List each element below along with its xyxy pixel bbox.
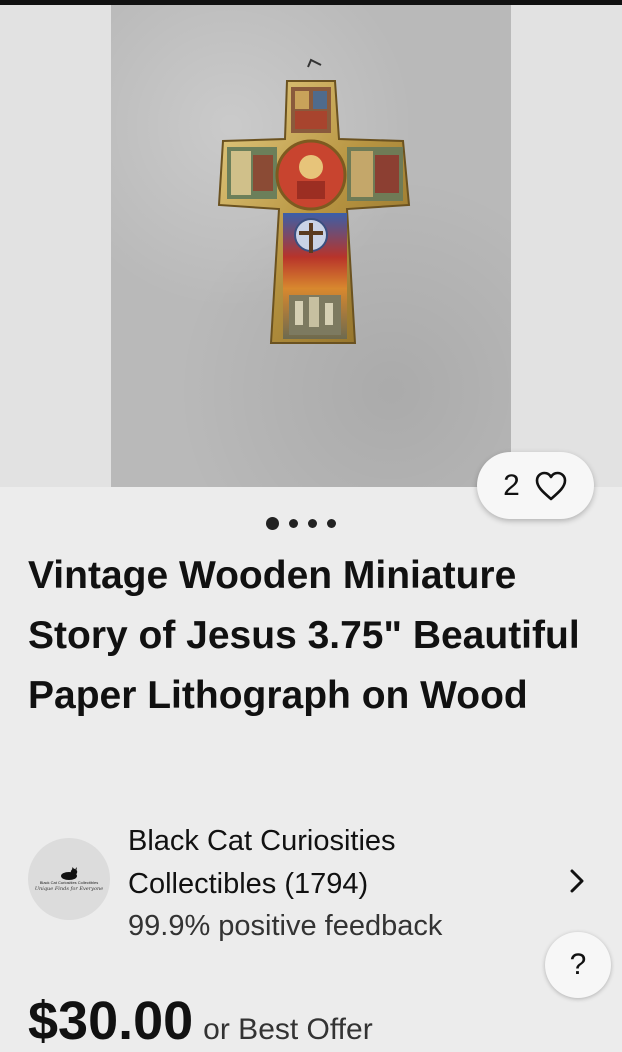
carousel-dot-active[interactable] — [266, 517, 279, 530]
carousel-dot[interactable] — [308, 519, 317, 528]
image-gallery[interactable]: 2 — [0, 5, 622, 519]
watchers-count: 2 — [503, 468, 520, 502]
carousel-indicator[interactable] — [266, 517, 336, 530]
seller-avatar[interactable]: Black Cat Curiosities Collectibles Uniqu… — [28, 838, 110, 920]
price-row: $30.00 or Best Offer — [28, 990, 373, 1052]
seller-name-line1: Black Cat Curiosities — [128, 825, 396, 857]
chevron-right-icon[interactable] — [567, 866, 587, 896]
seller-feedback: 99.9% positive feedback — [128, 910, 443, 942]
seller-name-line2: Collectibles (1794) — [128, 868, 369, 900]
best-offer-label: or Best Offer — [203, 1013, 373, 1046]
seller-info-row[interactable]: Black Cat Curiosities Collectibles Uniqu… — [28, 818, 622, 942]
watch-like-button[interactable]: 2 — [477, 452, 594, 519]
carousel-dot[interactable] — [289, 519, 298, 528]
heart-outline-icon — [535, 471, 567, 500]
cross-illustration — [217, 58, 411, 344]
price: $30.00 — [28, 991, 194, 1051]
carousel-dot[interactable] — [327, 519, 336, 528]
black-cat-logo-icon — [61, 866, 78, 880]
product-image[interactable] — [111, 5, 511, 487]
help-button[interactable]: ? — [545, 932, 611, 998]
avatar-tagline: Unique Finds for Everyone — [34, 885, 104, 892]
listing-title: Vintage Wooden Miniature Story of Jesus … — [28, 554, 580, 717]
seller-name[interactable]: Black Cat Curiosities Collectibles (1794… — [128, 820, 488, 906]
